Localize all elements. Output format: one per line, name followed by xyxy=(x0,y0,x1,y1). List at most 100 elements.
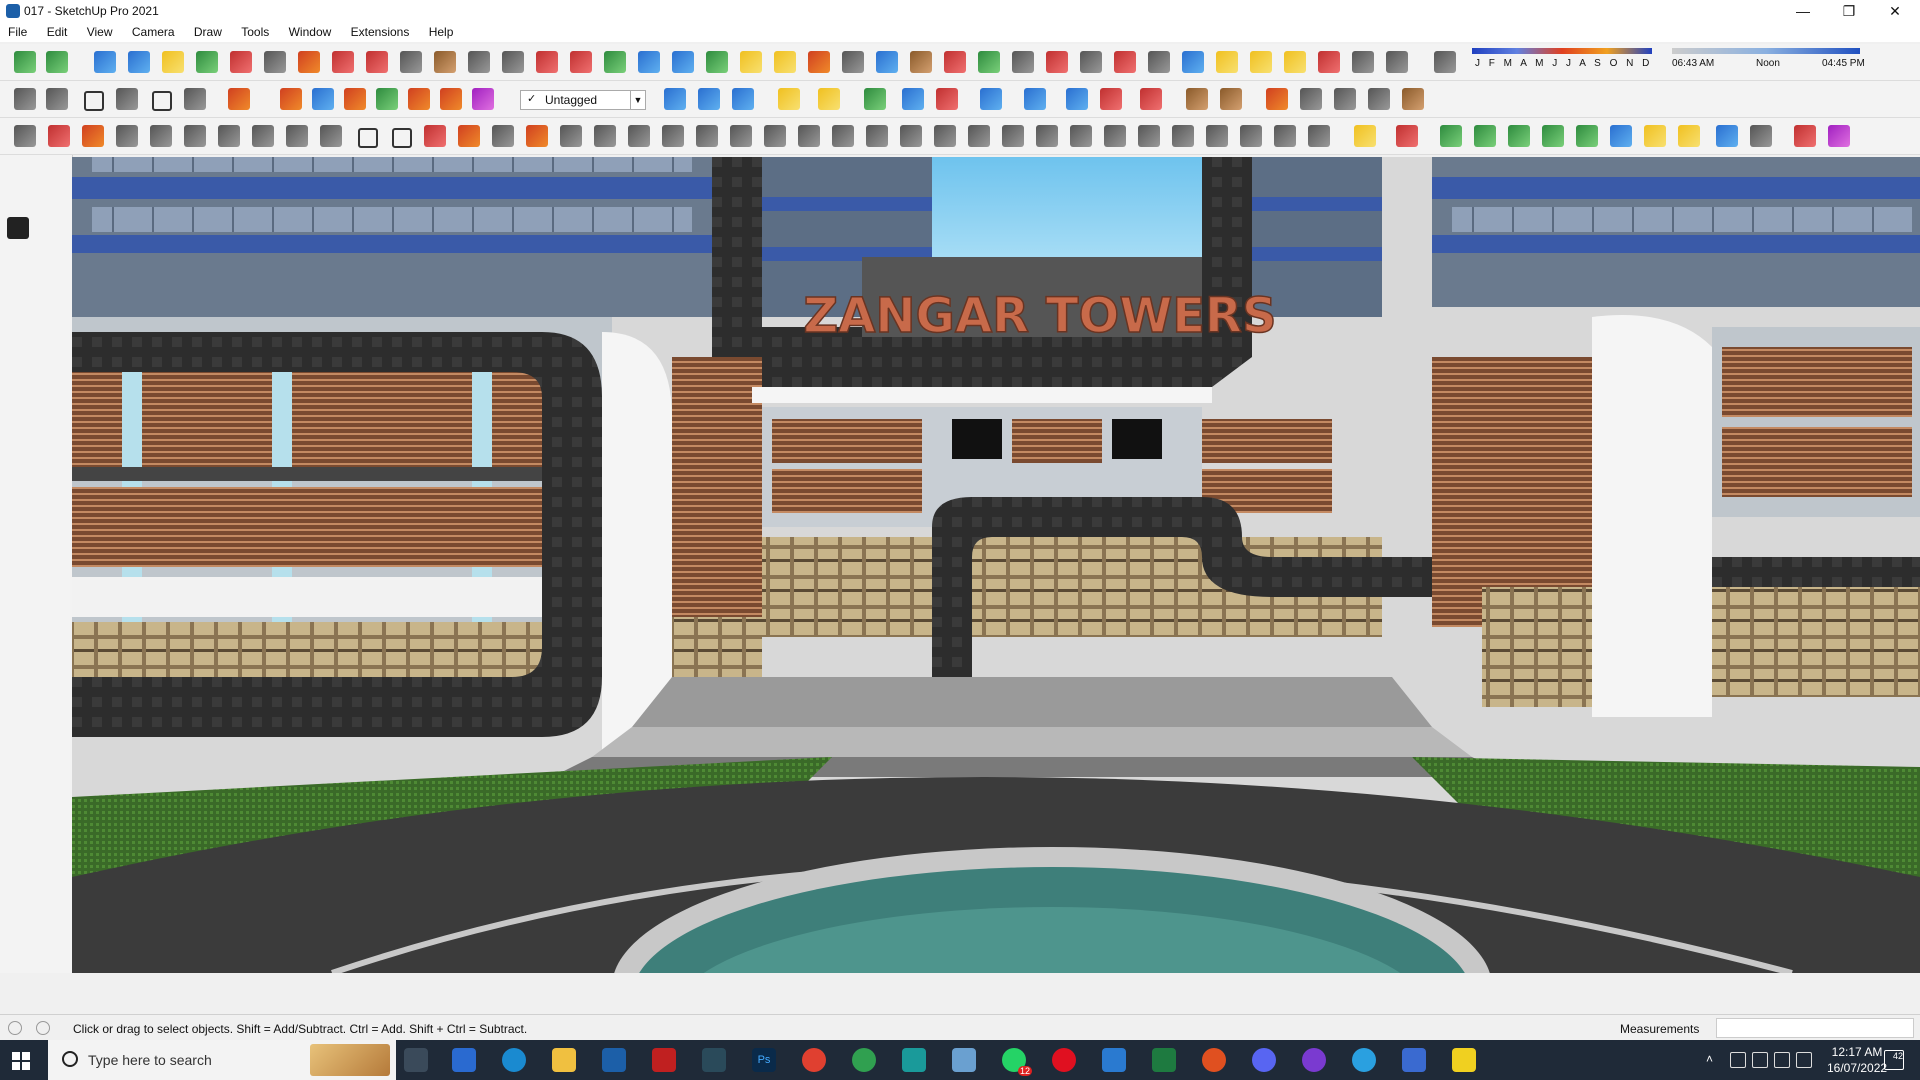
fence-icon[interactable] xyxy=(594,125,616,147)
parallelogram-icon[interactable] xyxy=(1576,125,1598,147)
menu-window[interactable]: Window xyxy=(281,22,340,42)
dimension-icon[interactable] xyxy=(40,581,62,603)
line-red-icon[interactable] xyxy=(424,125,446,147)
box-icon[interactable] xyxy=(434,51,456,73)
bezier-icon[interactable] xyxy=(14,125,36,147)
grid-yellow-icon[interactable] xyxy=(1250,51,1272,73)
diamond-blue-icon[interactable] xyxy=(1716,125,1738,147)
array-icon[interactable] xyxy=(1386,51,1408,73)
polyline-icon[interactable] xyxy=(48,125,70,147)
iso-view-icon[interactable] xyxy=(14,88,36,110)
grammarly-icon[interactable] xyxy=(1202,1048,1226,1072)
cross-red-icon[interactable] xyxy=(570,51,592,73)
explode-icon[interactable] xyxy=(1318,51,1340,73)
time-slider[interactable] xyxy=(1672,48,1860,54)
pencil-yellow-icon[interactable] xyxy=(1678,125,1700,147)
smoove-icon[interactable] xyxy=(7,911,29,933)
terrain-icon[interactable] xyxy=(1300,88,1322,110)
layers-icon[interactable] xyxy=(730,125,752,147)
grid-dense-icon[interactable] xyxy=(1070,125,1092,147)
arrows-3-icon[interactable] xyxy=(866,125,888,147)
cube-brown-icon[interactable] xyxy=(1186,88,1208,110)
shadow-toggle-icon[interactable] xyxy=(1434,51,1456,73)
slash-icon[interactable] xyxy=(764,125,786,147)
arc-green-icon[interactable] xyxy=(1440,125,1462,147)
split-icon[interactable] xyxy=(696,125,718,147)
cone-green-icon[interactable] xyxy=(706,51,728,73)
app-purple-icon[interactable] xyxy=(1302,1048,1326,1072)
flame-icon[interactable] xyxy=(526,125,548,147)
section-cut-icon[interactable] xyxy=(698,88,720,110)
move-icon[interactable] xyxy=(7,471,29,493)
component-icon[interactable] xyxy=(1012,51,1034,73)
window-icon[interactable] xyxy=(1182,51,1204,73)
axis-icon[interactable] xyxy=(864,88,886,110)
face-tool-icon[interactable] xyxy=(162,51,184,73)
text-icon[interactable] xyxy=(40,615,62,637)
menu-tools[interactable]: Tools xyxy=(233,22,277,42)
columns-icon[interactable] xyxy=(560,125,582,147)
corner-2-icon[interactable] xyxy=(392,128,412,148)
menu-edit[interactable]: Edit xyxy=(39,22,76,42)
position-camera-icon[interactable] xyxy=(7,801,29,823)
tag-yellow-icon[interactable] xyxy=(1354,125,1376,147)
move-down-icon[interactable] xyxy=(936,88,958,110)
model-viewport[interactable]: ZANGAR TOWERS xyxy=(72,157,1920,973)
snip-tool-icon[interactable] xyxy=(702,1048,726,1072)
menu-help[interactable]: Help xyxy=(421,22,462,42)
move-up-icon[interactable] xyxy=(902,88,924,110)
star-icon[interactable] xyxy=(876,51,898,73)
hand-grab-icon[interactable] xyxy=(628,125,650,147)
solid-tools-icon[interactable] xyxy=(94,51,116,73)
scale-tool-icon[interactable] xyxy=(7,539,29,561)
orbit-icon[interactable] xyxy=(7,691,29,713)
menu-extensions[interactable]: Extensions xyxy=(343,22,418,42)
look-around-icon[interactable] xyxy=(40,801,62,823)
style-xray-icon[interactable] xyxy=(778,88,800,110)
rotate-icon[interactable] xyxy=(7,505,29,527)
app-blue-icon[interactable] xyxy=(952,1048,976,1072)
grid-orange-icon[interactable] xyxy=(1216,51,1238,73)
whatsapp-icon[interactable]: 12 xyxy=(1002,1048,1032,1076)
gear-yellow-icon[interactable] xyxy=(1644,125,1666,147)
left-view-icon[interactable] xyxy=(184,88,206,110)
offset-icon[interactable] xyxy=(40,539,62,561)
acrobat-icon[interactable] xyxy=(652,1048,676,1072)
cross-blue-icon[interactable] xyxy=(638,51,660,73)
lasso-icon[interactable] xyxy=(774,51,796,73)
fan-2-icon[interactable] xyxy=(1206,125,1228,147)
app-cube-icon[interactable] xyxy=(1402,1048,1426,1072)
sticky-notes-icon[interactable] xyxy=(1452,1048,1476,1072)
display-icon[interactable] xyxy=(1752,1052,1768,1068)
arrow-x-icon[interactable] xyxy=(440,88,462,110)
sketchup-taskbar-icon[interactable] xyxy=(602,1048,626,1072)
curve-red-icon[interactable] xyxy=(458,125,480,147)
diamond-icon[interactable] xyxy=(1308,125,1330,147)
circle-icon[interactable] xyxy=(7,361,29,383)
ellipse-green-icon[interactable] xyxy=(1542,125,1564,147)
eraser-icon[interactable] xyxy=(40,251,62,273)
zoom-extents-icon[interactable] xyxy=(7,759,29,781)
stair-icon[interactable] xyxy=(492,125,514,147)
freehand-icon[interactable] xyxy=(40,293,62,315)
loft-icon[interactable] xyxy=(252,125,274,147)
polygon-green-icon[interactable] xyxy=(1508,125,1530,147)
frame-icon[interactable] xyxy=(968,125,990,147)
face-red-icon[interactable] xyxy=(230,51,252,73)
arrow-n-icon[interactable] xyxy=(408,88,430,110)
face-green-icon[interactable] xyxy=(196,51,218,73)
wing-icon[interactable] xyxy=(1240,125,1262,147)
spiral-icon[interactable] xyxy=(218,125,240,147)
taskbar-search[interactable]: Type here to search xyxy=(48,1040,396,1080)
zoom-icon[interactable] xyxy=(7,725,29,747)
mirror-icon[interactable] xyxy=(1080,51,1102,73)
todo-icon[interactable] xyxy=(1102,1048,1126,1072)
sweep-icon[interactable] xyxy=(320,125,342,147)
menu-camera[interactable]: Camera xyxy=(124,22,183,42)
pencil-red-icon[interactable] xyxy=(82,125,104,147)
two-point-arc-icon[interactable] xyxy=(40,395,62,417)
follow-me-icon[interactable] xyxy=(40,505,62,527)
paint-icon[interactable] xyxy=(1114,51,1136,73)
tape-red-icon[interactable] xyxy=(1396,125,1418,147)
top-view-icon[interactable] xyxy=(46,88,68,110)
